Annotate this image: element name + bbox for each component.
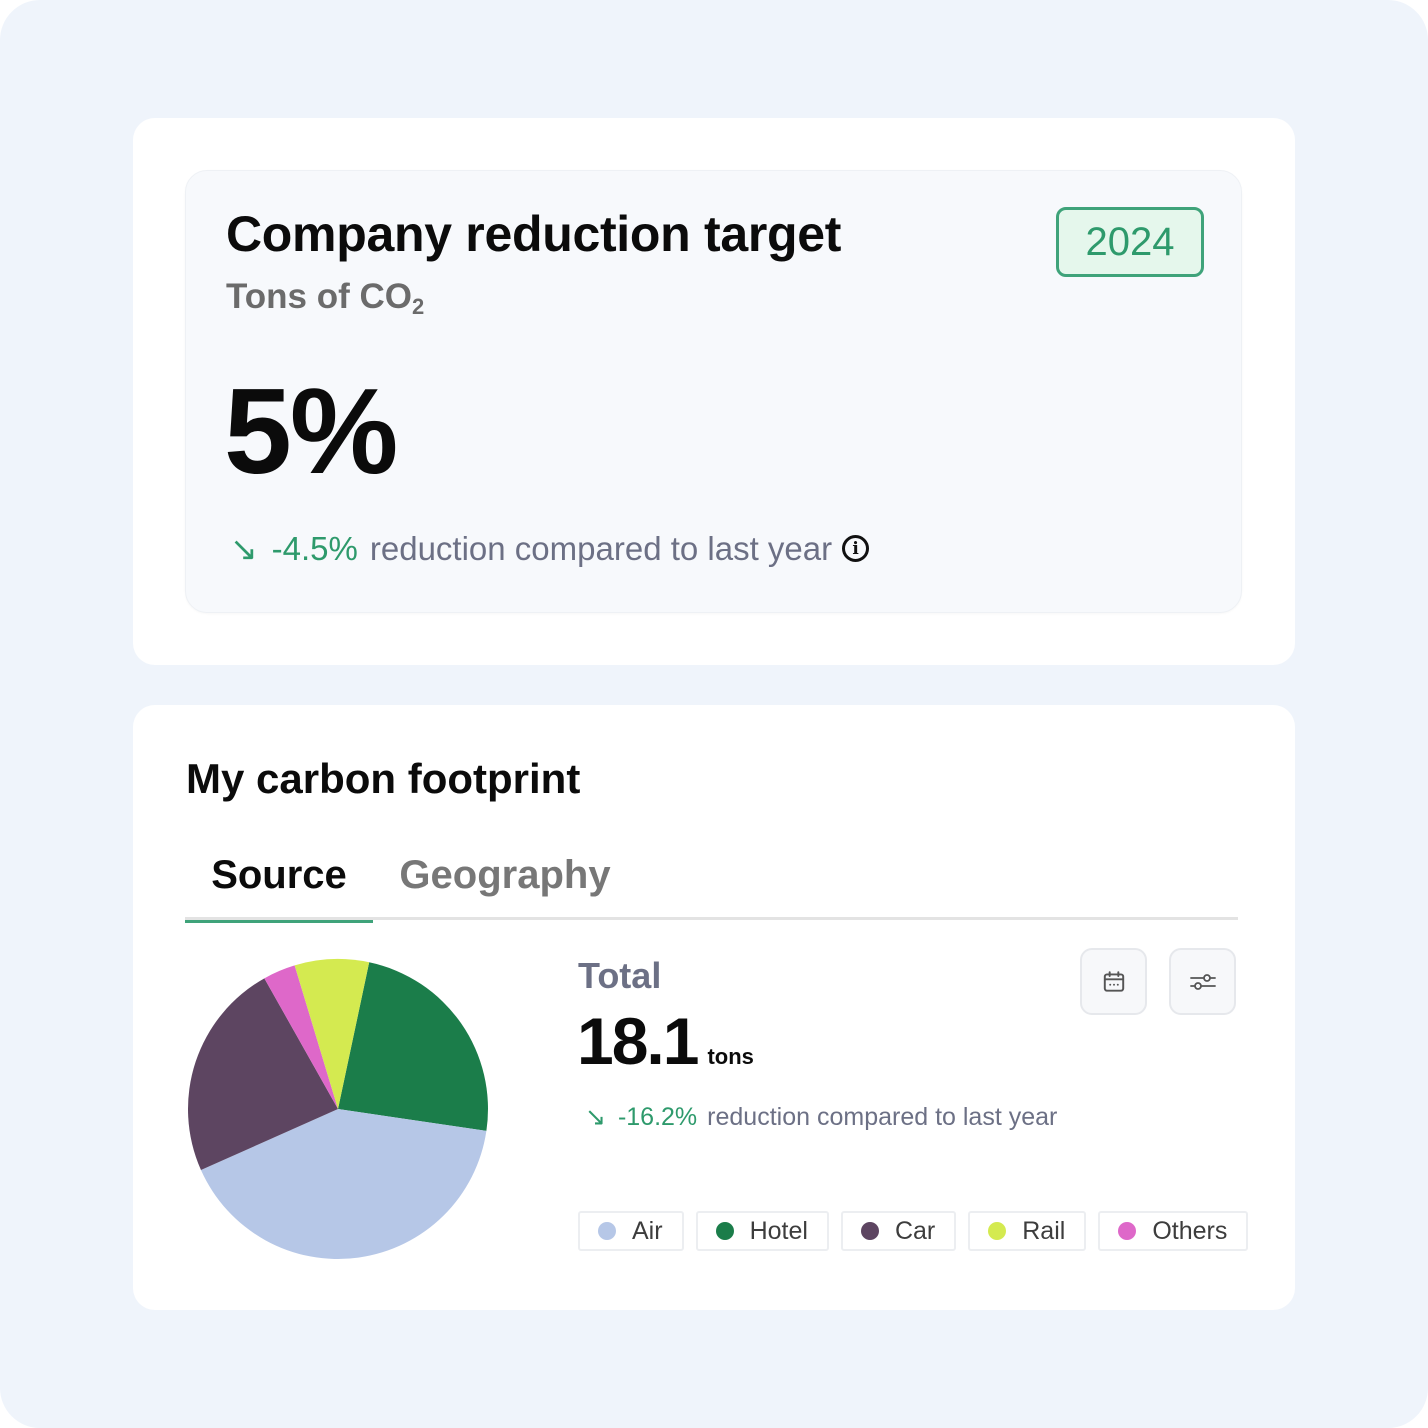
subtitle-text: Tons of CO: [226, 277, 412, 316]
chart-legend: Air Hotel Car Rail Others: [578, 1211, 1249, 1251]
target-subtitle: Tons of CO2: [226, 277, 424, 320]
legend-item-hotel[interactable]: Hotel: [695, 1211, 829, 1251]
tab-source[interactable]: Source: [185, 853, 373, 923]
total-unit: tons: [707, 1044, 754, 1069]
total-number: 18.1: [577, 1004, 699, 1078]
year-badge[interactable]: 2024: [1056, 207, 1204, 277]
legend-label: Rail: [1022, 1216, 1066, 1245]
legend-item-rail[interactable]: Rail: [968, 1211, 1087, 1251]
total-value: 18.1 tons: [577, 1003, 754, 1079]
tab-geography[interactable]: Geography: [399, 853, 610, 920]
legend-item-air[interactable]: Air: [578, 1211, 684, 1251]
legend-label: Air: [632, 1216, 663, 1245]
footprint-title: My carbon footprint: [186, 755, 581, 802]
legend-item-others[interactable]: Others: [1098, 1211, 1249, 1251]
sliders-icon: [1189, 973, 1216, 990]
filter-button[interactable]: [1169, 948, 1236, 1015]
legend-dot-icon: [598, 1222, 616, 1240]
trend-down-arrow-icon: ↘: [585, 1103, 606, 1131]
legend-label: Car: [894, 1216, 936, 1245]
legend-dot-icon: [860, 1222, 879, 1240]
legend-dot-icon: [1118, 1222, 1137, 1240]
total-label: Total: [578, 955, 662, 996]
calendar-icon: [1103, 970, 1124, 992]
footprint-trend: ↘ -16.2% reduction compared to last year: [585, 1102, 1057, 1132]
reduction-target-panel: Company reduction target Tons of CO2 202…: [185, 170, 1242, 613]
legend-label: Hotel: [749, 1216, 808, 1245]
target-trend: ↘ -4.5% reduction compared to last year …: [230, 529, 870, 568]
pie-chart: [187, 958, 489, 1260]
reduction-target-card: Company reduction target Tons of CO2 202…: [133, 118, 1295, 665]
subtitle-subscript: 2: [412, 294, 425, 319]
calendar-button[interactable]: [1080, 948, 1147, 1015]
trend-text: reduction compared to last year: [369, 529, 833, 567]
carbon-footprint-card: My carbon footprint Source Geography Tot…: [133, 705, 1295, 1310]
trend-down-arrow-icon: ↘: [230, 530, 258, 567]
pie-chart-svg: [188, 959, 488, 1259]
legend-label: Others: [1152, 1216, 1228, 1245]
target-value: 5%: [224, 363, 398, 499]
footprint-tabs: Source Geography: [185, 845, 1238, 923]
legend-item-car[interactable]: Car: [840, 1211, 957, 1251]
trend-percent: -4.5%: [271, 529, 358, 567]
trend-percent: -16.2%: [617, 1102, 698, 1131]
legend-dot-icon: [988, 1222, 1007, 1240]
legend-dot-icon: [715, 1222, 734, 1240]
info-icon[interactable]: i: [842, 535, 870, 562]
page-background: Company reduction target Tons of CO2 202…: [0, 0, 1428, 1428]
trend-text: reduction compared to last year: [707, 1102, 1058, 1131]
target-title: Company reduction target: [226, 206, 842, 262]
